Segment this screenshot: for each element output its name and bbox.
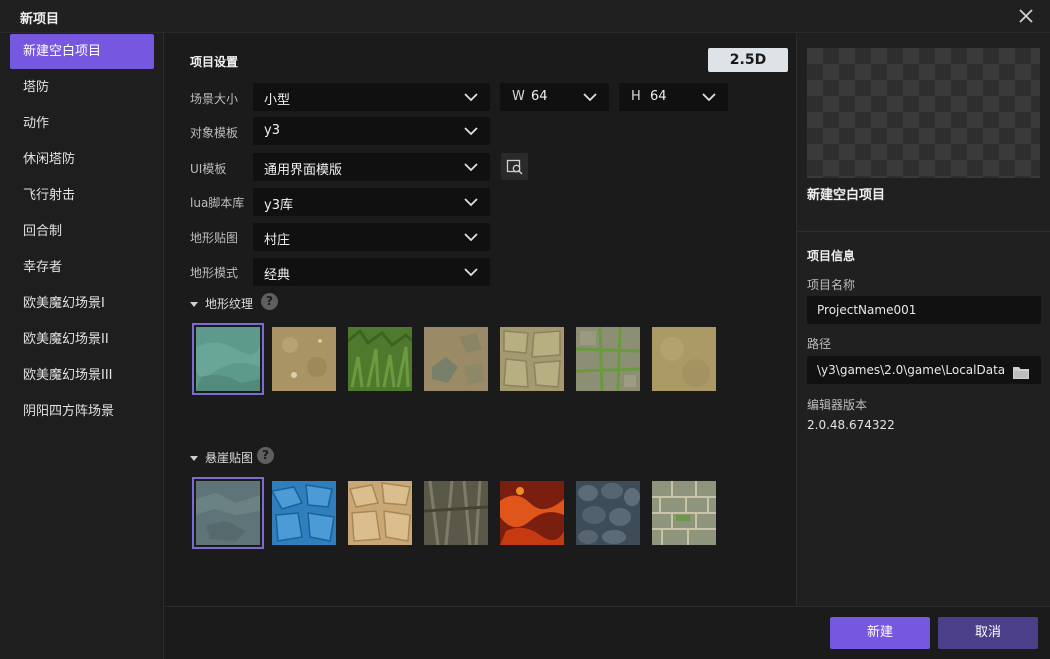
sidebar-item-yinyang-scene[interactable]: 阴阳四方阵场景 [10,394,154,429]
terrain-mode-label: 地形模式 [190,266,239,280]
terrain-map-value: 村庄 [264,233,291,248]
scene-width-value: 64 [531,89,548,104]
chevron-down-icon [464,267,478,277]
collapse-triangle-icon [190,456,198,461]
terrain-tile-mossy-stone[interactable] [576,327,640,391]
scene-width-select[interactable]: W 64 [500,83,609,111]
object-template-label: 对象模板 [190,126,239,140]
sidebar-item-casual-tower-defense[interactable]: 休闲塔防 [10,142,154,177]
terrain-texture-label: 地形纹理 [205,297,254,311]
chevron-down-icon [702,92,716,102]
sidebar-item-blank-project[interactable]: 新建空白项目 [10,34,154,69]
chevron-down-icon [464,126,478,136]
editor-version-value: 2.0.48.674322 [807,418,895,432]
project-info-panel: 新建空白项目 项目信息 项目名称 ProjectName001 路径 \y3\g… [796,33,1050,606]
path-label: 路径 [807,337,832,351]
project-name-field[interactable]: ProjectName001 [807,296,1041,324]
cliff-tile-blue-ice[interactable] [272,481,336,545]
project-name-value: ProjectName001 [817,303,917,317]
cliff-tile-grey-blue-rock[interactable] [192,477,264,549]
terrain-tile-green-grass[interactable] [348,327,412,391]
close-icon[interactable] [1016,6,1036,26]
ui-template-value: 通用界面模版 [264,163,343,178]
collapse-triangle-icon [190,302,198,307]
terrain-tile-stone-dirt[interactable] [424,327,488,391]
window-title: 新项目 [20,12,60,27]
template-sidebar: 新建空白项目 塔防 动作 休闲塔防 飞行射击 回合制 幸存者 欧美魔幻场景I 欧… [0,33,164,659]
folder-icon[interactable] [1013,364,1029,379]
mode-badge: 2.5D [708,48,788,72]
sidebar-item-flight-shooter[interactable]: 飞行射击 [10,178,154,213]
terrain-texture-help-icon[interactable]: ? [261,293,278,310]
create-button[interactable]: 新建 [830,617,930,649]
terrain-tile-teal-grass[interactable] [192,323,264,395]
path-value: \y3\games\2.0\game\LocalData [817,363,1006,377]
chevron-down-icon [464,162,478,172]
title-bar: 新项目 [0,0,1050,33]
dialog-footer: 新建 取消 [165,606,1050,659]
sidebar-item-fantasy-scene-3[interactable]: 欧美魔幻场景III [10,358,154,393]
cliff-tile-dark-rock[interactable] [424,481,488,545]
ui-template-preview-icon[interactable] [501,153,528,180]
chevron-down-icon [583,92,597,102]
path-field[interactable]: \y3\games\2.0\game\LocalData [807,356,1041,384]
cliff-tile-cobblestone[interactable] [576,481,640,545]
project-settings-panel: 项目设置 2.5D 场景大小 小型 W 64 H 64 对象模板 y3 UI模板… [165,33,795,606]
scene-height-select[interactable]: H 64 [619,83,728,111]
template-preview-image [807,48,1040,178]
cliff-texture-toggle[interactable]: 悬崖贴图 [190,449,253,466]
sidebar-item-tower-defense[interactable]: 塔防 [10,70,154,105]
lua-library-value: y3库 [264,198,293,213]
preview-template-name: 新建空白项目 [807,188,886,203]
ui-template-select[interactable]: 通用界面模版 [253,153,490,181]
sidebar-item-fantasy-scene-1[interactable]: 欧美魔幻场景I [10,286,154,321]
height-prefix: H [631,89,641,104]
terrain-tile-stone-slabs[interactable] [500,327,564,391]
scene-size-select[interactable]: 小型 [253,83,490,111]
object-template-select[interactable]: y3 [253,117,490,145]
cliff-texture-label: 悬崖贴图 [205,451,254,465]
settings-section-title: 项目设置 [190,55,239,69]
project-info-title: 项目信息 [807,249,856,263]
cliff-tile-stone-brick[interactable] [652,481,716,545]
terrain-mode-select[interactable]: 经典 [253,258,490,286]
terrain-texture-toggle[interactable]: 地形纹理 [190,295,253,312]
width-prefix: W [512,89,525,104]
lua-library-select[interactable]: y3库 [253,188,490,216]
cliff-tile-sandstone[interactable] [348,481,412,545]
sidebar-item-fantasy-scene-2[interactable]: 欧美魔幻场景II [10,322,154,357]
chevron-down-icon [464,197,478,207]
sidebar-item-turn-based[interactable]: 回合制 [10,214,154,249]
cancel-button[interactable]: 取消 [938,617,1038,649]
ui-template-label: UI模板 [190,162,227,176]
divider [797,231,1050,232]
cliff-tile-lava[interactable] [500,481,564,545]
sidebar-item-survivor[interactable]: 幸存者 [10,250,154,285]
object-template-value: y3 [264,123,280,138]
chevron-down-icon [464,92,478,102]
editor-version-label: 编辑器版本 [807,398,868,412]
project-name-label: 项目名称 [807,278,856,292]
cliff-texture-help-icon[interactable]: ? [257,447,274,464]
terrain-map-label: 地形贴图 [190,231,239,245]
terrain-tile-sandy-dirt[interactable] [272,327,336,391]
lua-library-label: lua脚本库 [190,196,245,210]
scene-size-value: 小型 [264,93,291,108]
terrain-mode-value: 经典 [264,268,291,283]
terrain-tile-plain-sand[interactable] [652,327,716,391]
scene-height-value: 64 [650,89,667,104]
sidebar-item-action[interactable]: 动作 [10,106,154,141]
terrain-map-select[interactable]: 村庄 [253,223,490,251]
scene-size-label: 场景大小 [190,92,239,106]
chevron-down-icon [464,232,478,242]
